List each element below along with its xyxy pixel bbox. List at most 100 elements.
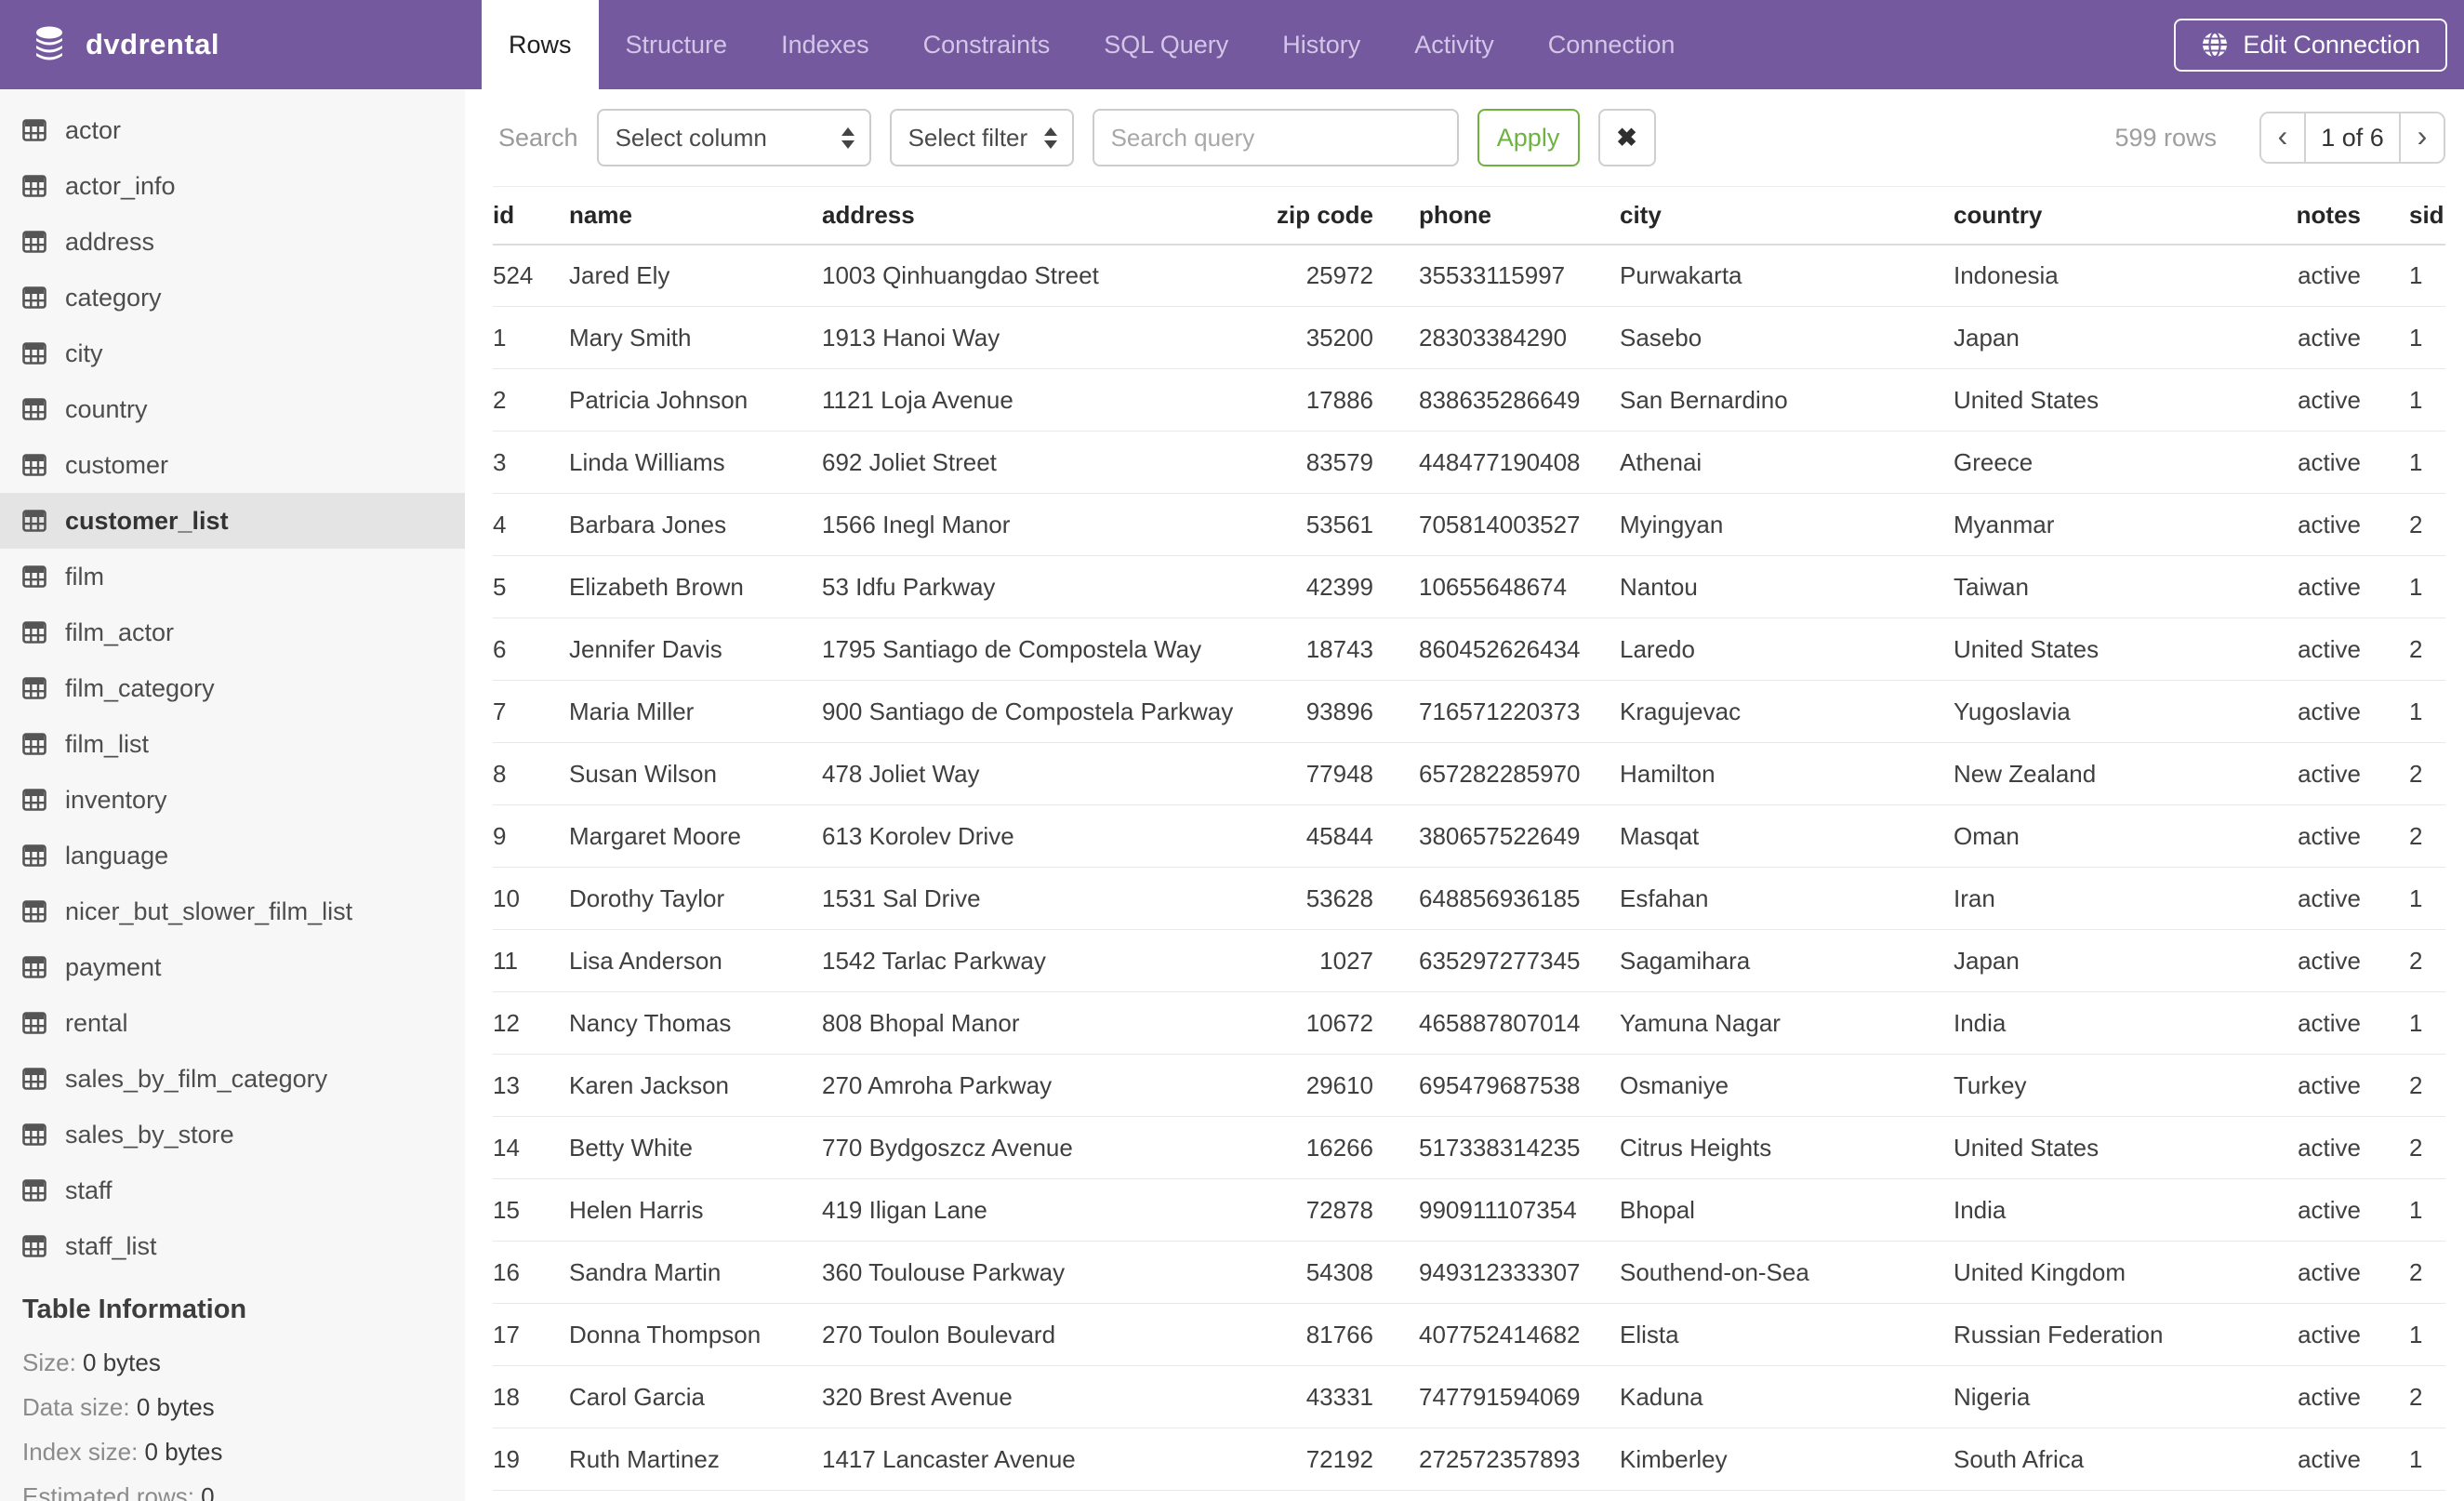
sidebar-item-inventory[interactable]: inventory [0,772,465,828]
table-icon [22,1068,46,1090]
sidebar-item-staff[interactable]: staff [0,1162,465,1218]
sidebar-item-customer_list[interactable]: customer_list [0,493,465,549]
table-cell: 10 [493,867,569,930]
tab-activity[interactable]: Activity [1387,0,1521,89]
table-cell: Jared Ely [569,244,822,307]
table-cell: Osmaniye [1620,1054,1954,1117]
table-cell: 2 [2361,1241,2445,1304]
table-cell: 419 Iligan Lane [822,1178,1237,1242]
search-query-input[interactable] [1092,109,1459,166]
table-cell: 10655648674 [1373,555,1620,618]
table-cell: Athenai [1620,431,1954,494]
table-row[interactable]: 17 Donna Thompson 270 Toulon Boulevard 8176… [493,1303,2445,1366]
tab-connection[interactable]: Connection [1521,0,1702,89]
table-cell: 7 [493,680,569,743]
table-row[interactable]: 13 Karen Jackson 270 Amroha Parkway 29610 69… [493,1054,2445,1117]
sidebar-item-rental[interactable]: rental [0,995,465,1051]
table-cell: 15 [493,1178,569,1242]
sidebar-item-staff_list[interactable]: staff_list [0,1218,465,1274]
filter-select[interactable]: Select filter [889,109,1074,166]
table-cell: 2 [2361,804,2445,868]
table-cell: India [1954,991,2283,1055]
table-cell: 13 [493,1054,569,1117]
table-cell: Japan [1954,306,2283,369]
column-header-sid[interactable]: sid [2361,186,2445,246]
sidebar-item-film[interactable]: film [0,549,465,604]
table-cell: Laredo [1620,618,1954,681]
table-row[interactable]: 5 Elizabeth Brown 53 Idfu Parkway 42399 1065… [493,555,2445,618]
table-row[interactable]: 3 Linda Williams 692 Joliet Street 83579 448… [493,431,2445,494]
table-cell: active [2283,680,2361,743]
table-information-list: Size: 0 bytes Data size: 0 bytes Index siz… [22,1340,465,1501]
sidebar-item-actor_info[interactable]: actor_info [0,158,465,214]
info-label: Data size: [22,1393,137,1421]
sidebar-item-customer[interactable]: customer [0,437,465,493]
column-header-name[interactable]: name [569,186,822,246]
sidebar-item-actor[interactable]: actor [0,102,465,158]
table-icon [22,733,46,755]
column-header-id[interactable]: id [493,186,569,246]
sidebar-item-country[interactable]: country [0,381,465,437]
table-row[interactable]: 4 Barbara Jones 1566 Inegl Manor 53561 70581… [493,493,2445,556]
sidebar-item-nicer_but_slower_film_list[interactable]: nicer_but_slower_film_list [0,883,465,939]
table-row[interactable]: 1 Mary Smith 1913 Hanoi Way 35200 2830338429… [493,306,2445,369]
sidebar-item-film_actor[interactable]: film_actor [0,604,465,660]
table-cell: Donna Thompson [569,1303,822,1366]
tab-bar: Rows Structure Indexes Constraints SQL Query… [482,0,1702,89]
table-cell: 613 Korolev Drive [822,804,1237,868]
table-icon [22,1235,46,1257]
tab-sql-query[interactable]: SQL Query [1077,0,1255,89]
table-row[interactable]: 15 Helen Harris 419 Iligan Lane 72878 990911… [493,1178,2445,1242]
table-row[interactable]: 9 Margaret Moore 613 Korolev Drive 45844 380… [493,804,2445,868]
table-cell: 18 [493,1365,569,1428]
tab-constraints[interactable]: Constraints [896,0,1078,89]
sidebar-item-city[interactable]: city [0,325,465,381]
table-cell: 14 [493,1116,569,1179]
table-row[interactable]: 2 Patricia Johnson 1121 Loja Avenue 17886 83… [493,368,2445,432]
table-cell: 16266 [1237,1116,1373,1179]
clear-search-button[interactable]: ✖ [1597,109,1656,166]
column-header-city[interactable]: city [1620,186,1954,246]
table-cell: 990911107354 [1373,1178,1620,1242]
table-row[interactable]: 6 Jennifer Davis 1795 Santiago de Composte… [493,618,2445,681]
sidebar-item-sales_by_film_category[interactable]: sales_by_film_category [0,1051,465,1107]
table-row[interactable]: 8 Susan Wilson 478 Joliet Way 77948 65728228… [493,742,2445,805]
table-row[interactable]: 16 Sandra Martin 360 Toulouse Parkway 54308… [493,1241,2445,1304]
table-row[interactable]: 12 Nancy Thomas 808 Bhopal Manor 10672 46588… [493,991,2445,1055]
column-header-notes[interactable]: notes [2283,186,2361,246]
table-row[interactable]: 10 Dorothy Taylor 1531 Sal Drive 53628 64885… [493,867,2445,930]
table-row[interactable]: 11 Lisa Anderson 1542 Tarlac Parkway 1027 63… [493,929,2445,992]
table-row[interactable]: 18 Carol Garcia 320 Brest Avenue 43331 74779… [493,1365,2445,1428]
column-header-country[interactable]: country [1954,186,2283,246]
sidebar-item-sales_by_store[interactable]: sales_by_store [0,1107,465,1162]
column-header-zip-code[interactable]: zip code [1237,186,1373,246]
sidebar-item-film_list[interactable]: film_list [0,716,465,772]
previous-page-button[interactable]: ‹ [2261,113,2304,162]
tab-history[interactable]: History [1255,0,1387,89]
edit-connection-button[interactable]: Edit Connection [2174,18,2447,72]
sidebar-item-payment[interactable]: payment [0,939,465,995]
sidebar-item-category[interactable]: category [0,270,465,325]
tab-structure[interactable]: Structure [599,0,755,89]
sidebar-item-language[interactable]: language [0,828,465,883]
table-row[interactable]: 14 Betty White 770 Bydgoszcz Avenue 16266 51… [493,1116,2445,1179]
column-header-address[interactable]: address [822,186,1237,246]
chevron-right-icon: › [2417,119,2428,153]
tab-indexes[interactable]: Indexes [754,0,896,89]
sidebar-item-address[interactable]: address [0,214,465,270]
table-row[interactable]: 524 Jared Ely 1003 Qinhuangdao Street 25972… [493,244,2445,307]
table-row[interactable]: 19 Ruth Martinez 1417 Lancaster Avenue 7219… [493,1428,2445,1491]
column-header-phone[interactable]: phone [1373,186,1620,246]
sidebar-item-film_category[interactable]: film_category [0,660,465,716]
info-value: 0 [201,1482,215,1501]
main-content: Search Select column Select filter Apply… [465,89,2464,1501]
rows-table: id name address zip code phone city country not… [493,186,2445,1491]
edit-connection-label: Edit Connection [2243,30,2420,59]
next-page-button[interactable]: › [2401,113,2444,162]
table-row[interactable]: 7 Maria Miller 900 Santiago de Compostela … [493,680,2445,743]
table-cell: Susan Wilson [569,742,822,805]
table-cell: active [2283,1365,2361,1428]
apply-button[interactable]: Apply [1477,109,1580,166]
column-select[interactable]: Select column [596,109,871,166]
tab-rows[interactable]: Rows [482,0,599,89]
